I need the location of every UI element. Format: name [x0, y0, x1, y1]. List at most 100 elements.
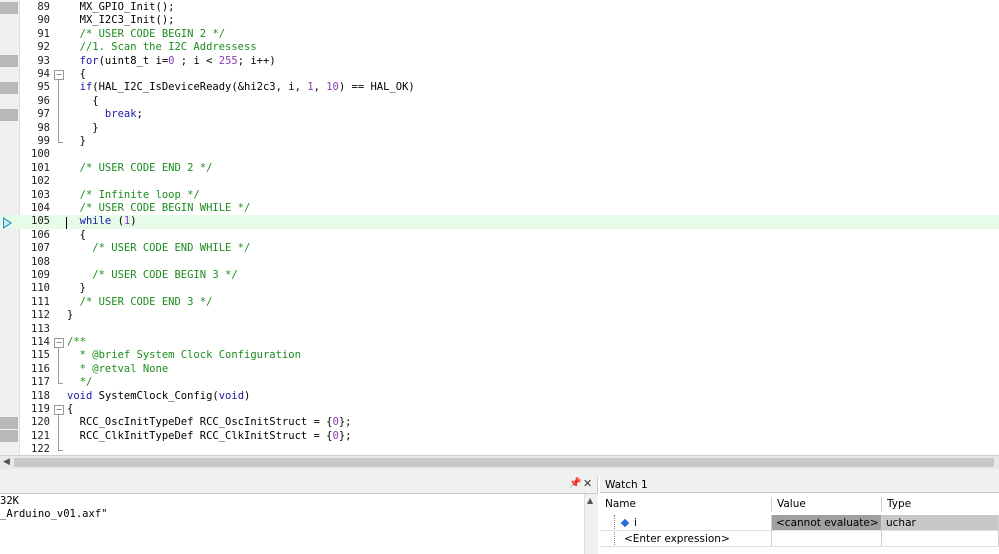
line-number: 103 [31, 188, 50, 201]
code-text: /* USER CODE END WHILE */ [67, 242, 251, 255]
code-text: if(HAL_I2C_IsDeviceReady(&hi2c3, i, 1, 1… [67, 81, 415, 94]
code-line[interactable]: 92 //1. Scan the I2C Addressess [0, 41, 999, 54]
line-number: 114 [31, 336, 50, 348]
code-line[interactable]: 108 [0, 256, 999, 269]
text-caret [66, 217, 67, 229]
close-icon[interactable]: ✕ [583, 477, 592, 490]
line-number: 97 [37, 108, 50, 121]
horizontal-scrollbar[interactable]: ◀ [0, 455, 999, 469]
watch-type-cell [882, 531, 999, 547]
line-number: 98 [37, 121, 50, 134]
line-number: 101 [31, 161, 50, 174]
variable-icon [620, 518, 630, 528]
line-number: 118 [31, 389, 50, 402]
scroll-left-icon[interactable]: ◀ [3, 457, 10, 467]
fold-guide [58, 348, 59, 385]
code-text: } [67, 121, 99, 134]
code-line[interactable]: 90 MX_I2C3_Init(); [0, 14, 999, 27]
tab-watch-1[interactable]: Watch 1 [600, 477, 999, 493]
fold-toggle-icon[interactable]: − [54, 405, 64, 415]
pane-splitter[interactable] [0, 469, 999, 477]
watch-name-text: i [634, 517, 637, 529]
code-line[interactable]: 104 /* USER CODE BEGIN WHILE */ [0, 202, 999, 215]
code-text: /* USER CODE END 3 */ [67, 295, 213, 308]
code-text: MX_GPIO_Init(); [67, 1, 175, 13]
line-number: 105 [31, 215, 50, 228]
build-output-panel: 📌 ✕ 32K _Arduino_v01.axf" ▲ [0, 477, 598, 554]
code-text: /* USER CODE BEGIN 3 */ [67, 269, 238, 281]
code-line[interactable]: 119 {− [0, 403, 999, 416]
line-number: 113 [31, 322, 50, 335]
line-number: 89 [37, 1, 50, 13]
line-number: 92 [37, 41, 50, 54]
code-editor[interactable]: 89 MX_GPIO_Init(); 90 MX_I2C3_Init(); 91 /… [0, 0, 999, 455]
code-line[interactable]: 115 * @brief System Clock Configuration [0, 349, 999, 362]
code-line[interactable]: 117 */ [0, 376, 999, 389]
column-header-name[interactable]: Name [600, 497, 772, 512]
code-text: for(uint8_t i=0 ; i < 255; i++) [67, 54, 276, 67]
build-output-header: 📌 ✕ [0, 477, 597, 494]
code-line[interactable]: 110 } [0, 282, 999, 295]
enter-expression-input[interactable]: <Enter expression> [600, 531, 772, 547]
code-line[interactable]: 112} [0, 309, 999, 322]
code-line[interactable]: 111 /* USER CODE END 3 */ [0, 296, 999, 309]
column-header-value[interactable]: Value [772, 497, 882, 512]
code-line[interactable]: 105 while (1) [0, 215, 999, 229]
code-line[interactable]: 107 /* USER CODE END WHILE */ [0, 242, 999, 255]
line-number: 111 [31, 295, 50, 308]
code-line[interactable]: 95 if(HAL_I2C_IsDeviceReady(&hi2c3, i, 1… [0, 81, 999, 94]
code-text: while (1) [67, 215, 137, 228]
code-line[interactable]: 118 void SystemClock_Config(void) [0, 390, 999, 403]
code-line[interactable]: 100 [0, 148, 999, 161]
code-text: RCC_OscInitTypeDef RCC_OscInitStruct = {… [67, 416, 352, 429]
code-line[interactable]: 121 RCC_ClkInitTypeDef RCC_ClkInitStruct… [0, 430, 999, 443]
fold-toggle-icon[interactable]: − [54, 338, 64, 348]
code-line[interactable]: 97 break; [0, 108, 999, 121]
code-line[interactable]: 98 } [0, 122, 999, 135]
code-lines[interactable]: 89 MX_GPIO_Init(); 90 MX_I2C3_Init(); 91 /… [0, 0, 999, 455]
watch-name-cell[interactable]: i [600, 515, 772, 531]
code-line[interactable]: 94 {− [0, 68, 999, 81]
watch-panel: Watch 1 Name Value Type i <cannot evalua… [600, 477, 999, 554]
code-text: break; [67, 108, 143, 121]
line-number: 109 [31, 269, 50, 281]
code-line[interactable]: 93 for(uint8_t i=0 ; i < 255; i++) [0, 55, 999, 68]
scroll-up-icon[interactable]: ▲ [587, 496, 593, 505]
watch-row[interactable]: i <cannot evaluate> uchar [600, 515, 999, 547]
code-line[interactable]: 89 MX_GPIO_Init(); [0, 1, 999, 14]
watch-value-cell[interactable]: <cannot evaluate> [772, 515, 882, 531]
code-line[interactable]: 114 /** − [0, 336, 999, 349]
code-line[interactable]: 109 /* USER CODE BEGIN 3 */ [0, 269, 999, 282]
code-text: { [67, 228, 86, 241]
code-text: } [67, 135, 86, 147]
code-line[interactable]: 120 RCC_OscInitTypeDef RCC_OscInitStruct… [0, 416, 999, 429]
code-line[interactable]: 116 * @retval None [0, 363, 999, 376]
line-number: 121 [31, 429, 50, 442]
line-number: 117 [31, 376, 50, 389]
code-text: /* USER CODE BEGIN 2 */ [67, 27, 226, 40]
code-line[interactable]: 106 { [0, 229, 999, 242]
code-line[interactable]: 102 [0, 175, 999, 188]
column-header-type[interactable]: Type [882, 497, 999, 512]
fold-guide [58, 415, 59, 452]
watch-row[interactable]: <Enter expression> [600, 531, 999, 547]
line-number: 106 [31, 228, 50, 241]
vertical-scrollbar[interactable]: ▲ [584, 494, 598, 554]
watch-type-cell: uchar [882, 515, 999, 531]
build-output-line: _Arduino_v01.axf" [0, 508, 108, 520]
fold-guide [58, 80, 59, 143]
code-line[interactable]: 113 [0, 323, 999, 336]
code-line[interactable]: 122 [0, 443, 999, 455]
fold-toggle-icon[interactable]: − [54, 70, 64, 80]
pin-icon[interactable]: 📌 [569, 478, 581, 489]
line-number: 99 [37, 135, 50, 147]
code-line[interactable]: 103 /* Infinite loop */ [0, 189, 999, 202]
watch-grid: Name Value Type i <cannot evaluate> ucha… [600, 497, 999, 554]
code-line[interactable]: 96 { [0, 95, 999, 108]
code-line[interactable]: 91 /* USER CODE BEGIN 2 */ [0, 28, 999, 41]
code-line[interactable]: 101 /* USER CODE END 2 */ [0, 162, 999, 175]
code-line[interactable]: 99 } [0, 135, 999, 148]
fold-guide-end [58, 142, 63, 143]
scrollbar-thumb[interactable] [14, 458, 994, 467]
line-number: 96 [37, 94, 50, 107]
